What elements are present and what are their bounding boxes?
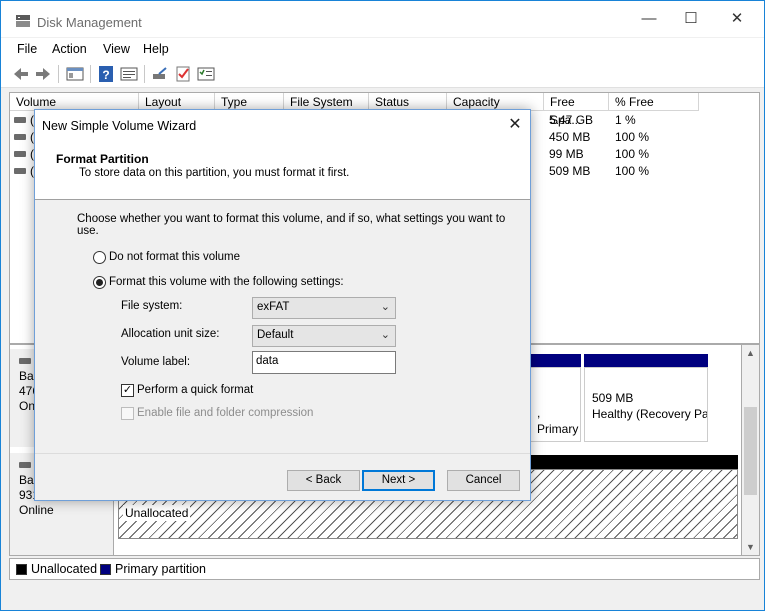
partition-primary-type: , Primary (537, 406, 579, 436)
help-icon[interactable]: ? (97, 65, 115, 83)
allocation-unit-value: Default (257, 329, 294, 341)
menu-view[interactable]: View (103, 42, 130, 56)
allocation-unit-dropdown[interactable]: Default ⌄ (252, 325, 396, 347)
cell-percent-free: 1 % (615, 113, 636, 127)
toolbar-separator (58, 65, 59, 83)
radio-format-volume-label[interactable]: Format this volume with the following se… (109, 276, 344, 288)
cell-percent-free: 100 % (615, 147, 650, 161)
partition-recovery-size: 509 MB (592, 391, 634, 405)
graph-scrollbar[interactable]: ▲ ▼ (742, 344, 760, 556)
chevron-down-icon: ⌄ (380, 301, 390, 313)
disk-icon (19, 462, 31, 468)
partition-recovery-bar (584, 353, 708, 367)
chevron-down-icon: ⌄ (380, 329, 390, 341)
wizard-title: New Simple Volume Wizard (42, 119, 197, 133)
list-view-icon[interactable] (197, 65, 215, 83)
console-tree-icon[interactable] (66, 65, 84, 83)
quick-format-checkbox[interactable]: ✓ (121, 384, 134, 397)
wizard-title-bar[interactable]: New Simple Volume Wizard ✕ (35, 110, 530, 140)
legend: Unallocated Primary partition (9, 558, 760, 580)
cell-free-space: 450 MB (549, 130, 591, 144)
cell-free-space: 509 MB (549, 164, 591, 178)
cell-free-space: 5.47 GB (549, 113, 594, 127)
compression-label: Enable file and folder compression (137, 407, 314, 419)
partition-recovery-status: Healthy (Recovery Pa (592, 407, 708, 421)
menu-bar: File Action View Help (1, 38, 764, 60)
minimize-button[interactable]: — (626, 1, 672, 37)
check-document-icon[interactable] (174, 65, 192, 83)
window-title: Disk Management (37, 15, 142, 30)
back-button[interactable]: < Back (287, 470, 360, 491)
radio-do-not-format-label[interactable]: Do not format this volume (109, 251, 240, 263)
disk-management-window: Disk Management — ☐ ✕ File Action View H… (0, 0, 765, 611)
compression-checkbox[interactable] (121, 407, 134, 420)
toolbar: ? (1, 60, 764, 88)
radio-format-volume[interactable] (93, 276, 106, 289)
scroll-down-icon[interactable]: ▼ (742, 539, 759, 555)
wizard-instruction: Choose whether you want to format this v… (77, 213, 506, 237)
toolbar-separator (144, 65, 145, 83)
disk-management-icon (16, 15, 30, 27)
maximize-button[interactable]: ☐ (668, 1, 714, 37)
cell-free-space: 99 MB (549, 147, 584, 161)
toolbar-separator (90, 65, 91, 83)
wizard-header: Format Partition To store data on this p… (35, 140, 530, 200)
file-system-dropdown[interactable]: exFAT ⌄ (252, 297, 396, 319)
wizard-page-subtitle: To store data on this partition, you mus… (79, 167, 350, 179)
properties-icon[interactable] (120, 65, 138, 83)
scroll-thumb[interactable] (744, 407, 757, 495)
back-arrow-icon[interactable] (12, 65, 30, 83)
wizard-close-button[interactable]: ✕ (500, 110, 530, 140)
title-bar[interactable]: Disk Management — ☐ ✕ (1, 1, 764, 37)
connect-disk-icon[interactable] (151, 65, 169, 83)
unallocated-label: Unallocated (123, 505, 191, 521)
disk-icon (19, 358, 31, 364)
cancel-button[interactable]: Cancel (447, 470, 520, 491)
radio-do-not-format[interactable] (93, 251, 106, 264)
forward-arrow-icon[interactable] (34, 65, 52, 83)
wizard-page-title: Format Partition (56, 152, 149, 166)
scroll-up-icon[interactable]: ▲ (742, 345, 759, 361)
close-button[interactable]: ✕ (714, 1, 760, 37)
legend-primary-partition: Primary partition (115, 562, 206, 576)
cell-percent-free: 100 % (615, 164, 650, 178)
volume-icon (14, 168, 26, 174)
allocation-unit-label: Allocation unit size: (121, 328, 220, 340)
cell-percent-free: 100 % (615, 130, 650, 144)
column-header-free-space[interactable]: Free Spa... (544, 93, 609, 127)
partition-recovery[interactable]: 509 MB Healthy (Recovery Pa (584, 367, 708, 442)
file-system-value: exFAT (257, 301, 290, 313)
legend-swatch-unallocated (16, 564, 27, 575)
menu-file[interactable]: File (17, 42, 37, 56)
menu-action[interactable]: Action (52, 42, 87, 56)
legend-swatch-primary (100, 564, 111, 575)
volume-label-field[interactable]: data (252, 351, 396, 374)
file-system-label: File system: (121, 300, 183, 312)
quick-format-label[interactable]: Perform a quick format (137, 384, 253, 396)
new-simple-volume-wizard: New Simple Volume Wizard ✕ Format Partit… (34, 109, 531, 501)
volume-icon (14, 134, 26, 140)
column-header-percent-free[interactable]: % Free (609, 93, 699, 111)
legend-unallocated: Unallocated (31, 562, 98, 576)
volume-icon (14, 117, 26, 123)
next-button[interactable]: Next > (362, 470, 435, 491)
disk-1-status: Online (19, 503, 54, 517)
wizard-footer-divider (35, 453, 530, 454)
volume-icon (14, 151, 26, 157)
svg-text:?: ? (102, 68, 109, 82)
menu-help[interactable]: Help (143, 42, 169, 56)
volume-label-label: Volume label: (121, 356, 191, 368)
